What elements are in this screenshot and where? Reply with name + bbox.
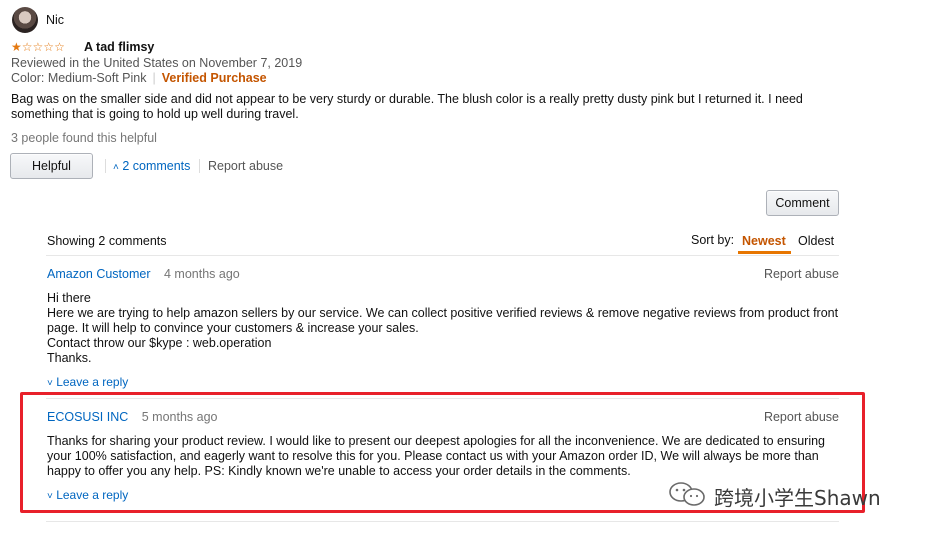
- comment-header: Amazon Customer 4 months ago: [47, 267, 240, 281]
- divider: [105, 159, 106, 173]
- review-body: Bag was on the smaller side and did not …: [11, 92, 803, 121]
- sort-oldest-tab[interactable]: Oldest: [798, 234, 834, 248]
- star-filled-icon: ★: [11, 40, 22, 54]
- reviewer-name[interactable]: Nic: [46, 13, 64, 27]
- comment-line: Contact throw our $kype : web.operation: [47, 336, 272, 350]
- watermark-text: 跨境小学生Shawn: [714, 486, 881, 510]
- comment-time: 4 months ago: [164, 267, 240, 281]
- divider: |: [152, 71, 156, 85]
- chevron-up-icon: ˄: [113, 162, 119, 173]
- divider: [46, 255, 839, 256]
- comment-line: Hi there: [47, 291, 91, 305]
- review-title[interactable]: A tad flimsy: [84, 40, 154, 54]
- chevron-down-icon: ˅: [47, 378, 53, 389]
- comments-toggle-label: 2 comments: [122, 159, 191, 173]
- star-empty-icon: ☆: [32, 40, 44, 54]
- comments-toggle[interactable]: ˄ 2 comments: [113, 159, 190, 173]
- variant-link[interactable]: Color: Medium-Soft Pink: [11, 71, 146, 85]
- helpful-button[interactable]: Helpful: [10, 153, 93, 179]
- star-empty-icon: ☆: [43, 40, 55, 54]
- sort-by-label: Sort by:: [691, 233, 735, 247]
- verified-purchase-badge: Verified Purchase: [161, 71, 267, 85]
- comment-line: Thanks.: [47, 351, 92, 365]
- divider: [199, 159, 200, 173]
- review-date: Reviewed in the United States on Novembe…: [11, 56, 303, 70]
- comment-button[interactable]: Comment: [766, 190, 839, 216]
- star-rating[interactable]: ★☆☆☆☆: [11, 40, 65, 54]
- wechat-icon: [668, 481, 708, 512]
- star-empty-icon: ☆: [21, 40, 33, 54]
- comment-line: Here we are trying to help amazon seller…: [47, 306, 839, 335]
- report-abuse-link[interactable]: Report abuse: [208, 159, 283, 173]
- divider: [46, 521, 839, 522]
- helpful-count: 3 people found this helpful: [11, 131, 157, 145]
- active-tab-indicator: [738, 251, 791, 254]
- star-empty-icon: ☆: [54, 40, 65, 54]
- review-meta-row: Color: Medium-Soft Pink | Verified Purchas…: [11, 71, 267, 85]
- leave-reply-label: Leave a reply: [56, 375, 129, 389]
- watermark: 跨境小学生Shawn: [668, 481, 881, 512]
- comments-count: Showing 2 comments: [47, 234, 167, 248]
- sort-newest-tab[interactable]: Newest: [742, 234, 786, 248]
- leave-reply-link[interactable]: ˅ Leave a reply: [47, 375, 128, 389]
- report-abuse-link[interactable]: Report abuse: [764, 267, 839, 281]
- comment-author-link[interactable]: Amazon Customer: [47, 267, 151, 281]
- avatar[interactable]: [12, 7, 38, 33]
- comment-body: Hi there Here we are trying to help amaz…: [47, 291, 842, 366]
